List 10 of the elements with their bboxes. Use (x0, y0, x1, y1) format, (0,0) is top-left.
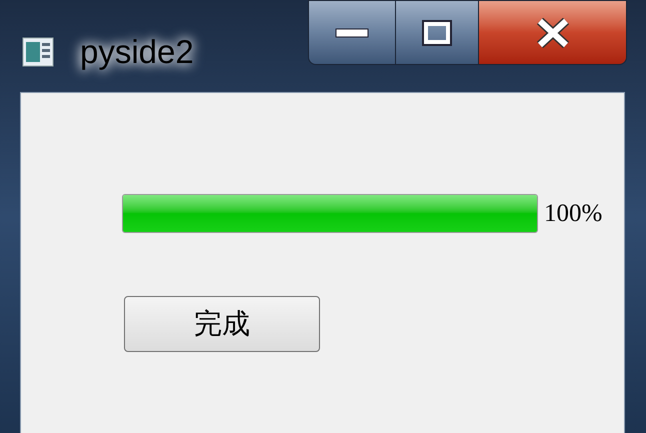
window-title: pyside2 (80, 35, 194, 68)
progress-reading: 100% (544, 198, 602, 229)
minimize-icon (335, 28, 369, 38)
minimize-button[interactable] (309, 1, 396, 64)
app-icon (22, 36, 54, 66)
done-button[interactable]: 完成 (124, 296, 320, 352)
close-button[interactable] (479, 1, 626, 64)
maximize-button[interactable] (396, 1, 479, 64)
maximize-icon (422, 20, 452, 46)
close-icon (534, 18, 570, 48)
